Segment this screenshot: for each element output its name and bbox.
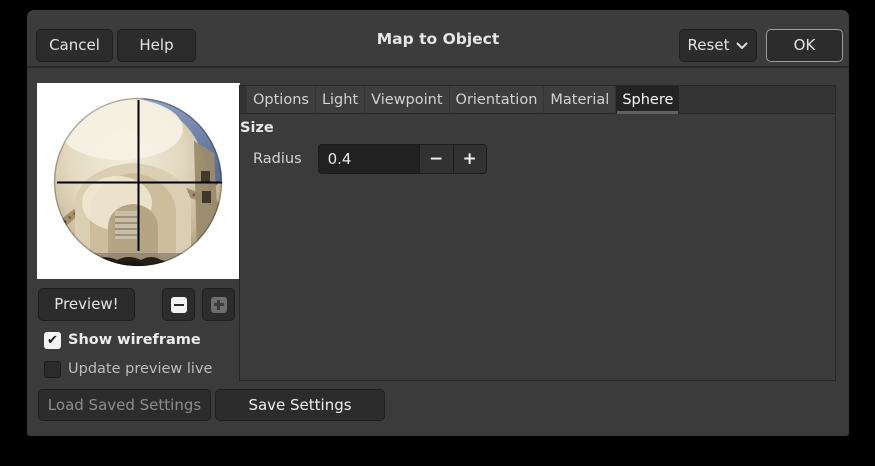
plus-icon: +	[462, 148, 477, 169]
radius-input[interactable]	[317, 144, 419, 174]
tab-light[interactable]: Light	[315, 86, 365, 113]
load-saved-settings-button[interactable]: Load Saved Settings	[38, 389, 211, 421]
radius-decrement-button[interactable]: −	[418, 144, 453, 174]
preview-area[interactable]	[37, 83, 240, 279]
cancel-button[interactable]: Cancel	[36, 29, 113, 62]
ok-button[interactable]: OK	[766, 29, 843, 62]
update-preview-checkbox[interactable]	[44, 360, 61, 378]
map-to-object-dialog: Map to Object Cancel Help Reset OK Previ…	[27, 10, 849, 436]
size-section-title: Size	[240, 120, 274, 136]
preview-button[interactable]: Preview!	[38, 288, 135, 321]
zoom-out-icon	[170, 296, 187, 313]
reset-button-label: Reset	[687, 36, 730, 54]
radius-label: Radius	[253, 151, 302, 167]
radius-increment-button[interactable]: +	[452, 144, 487, 174]
minus-icon: −	[429, 148, 444, 169]
tab-sphere[interactable]: Sphere	[616, 86, 680, 114]
dialog-header: Map to Object Cancel Help Reset OK	[27, 10, 849, 68]
tab-viewpoint[interactable]: Viewpoint	[365, 86, 449, 113]
sphere-preview-image	[53, 97, 223, 267]
zoom-out-button[interactable]	[162, 288, 195, 321]
help-button[interactable]: Help	[117, 29, 196, 62]
checkmark-icon: ✔	[47, 332, 58, 348]
tab-material[interactable]: Material	[544, 86, 616, 113]
zoom-in-icon	[210, 296, 227, 313]
tab-options[interactable]: Options	[247, 86, 315, 113]
radius-row: Radius − +	[253, 144, 487, 174]
show-wireframe-checkbox[interactable]: ✔	[44, 331, 61, 349]
settings-notebook: Options Light Viewpoint Orientation Mate…	[239, 85, 836, 381]
show-wireframe-row[interactable]: ✔ Show wireframe	[44, 331, 201, 349]
tab-orientation[interactable]: Orientation	[449, 86, 544, 113]
show-wireframe-label: Show wireframe	[68, 332, 201, 348]
chevron-down-icon	[736, 42, 748, 49]
update-preview-row[interactable]: Update preview live	[44, 360, 212, 378]
update-preview-label: Update preview live	[68, 361, 213, 377]
tab-strip: Options Light Viewpoint Orientation Mate…	[240, 86, 835, 114]
save-settings-button[interactable]: Save Settings	[215, 389, 385, 421]
reset-button[interactable]: Reset	[679, 29, 757, 62]
zoom-in-button[interactable]	[202, 288, 235, 321]
